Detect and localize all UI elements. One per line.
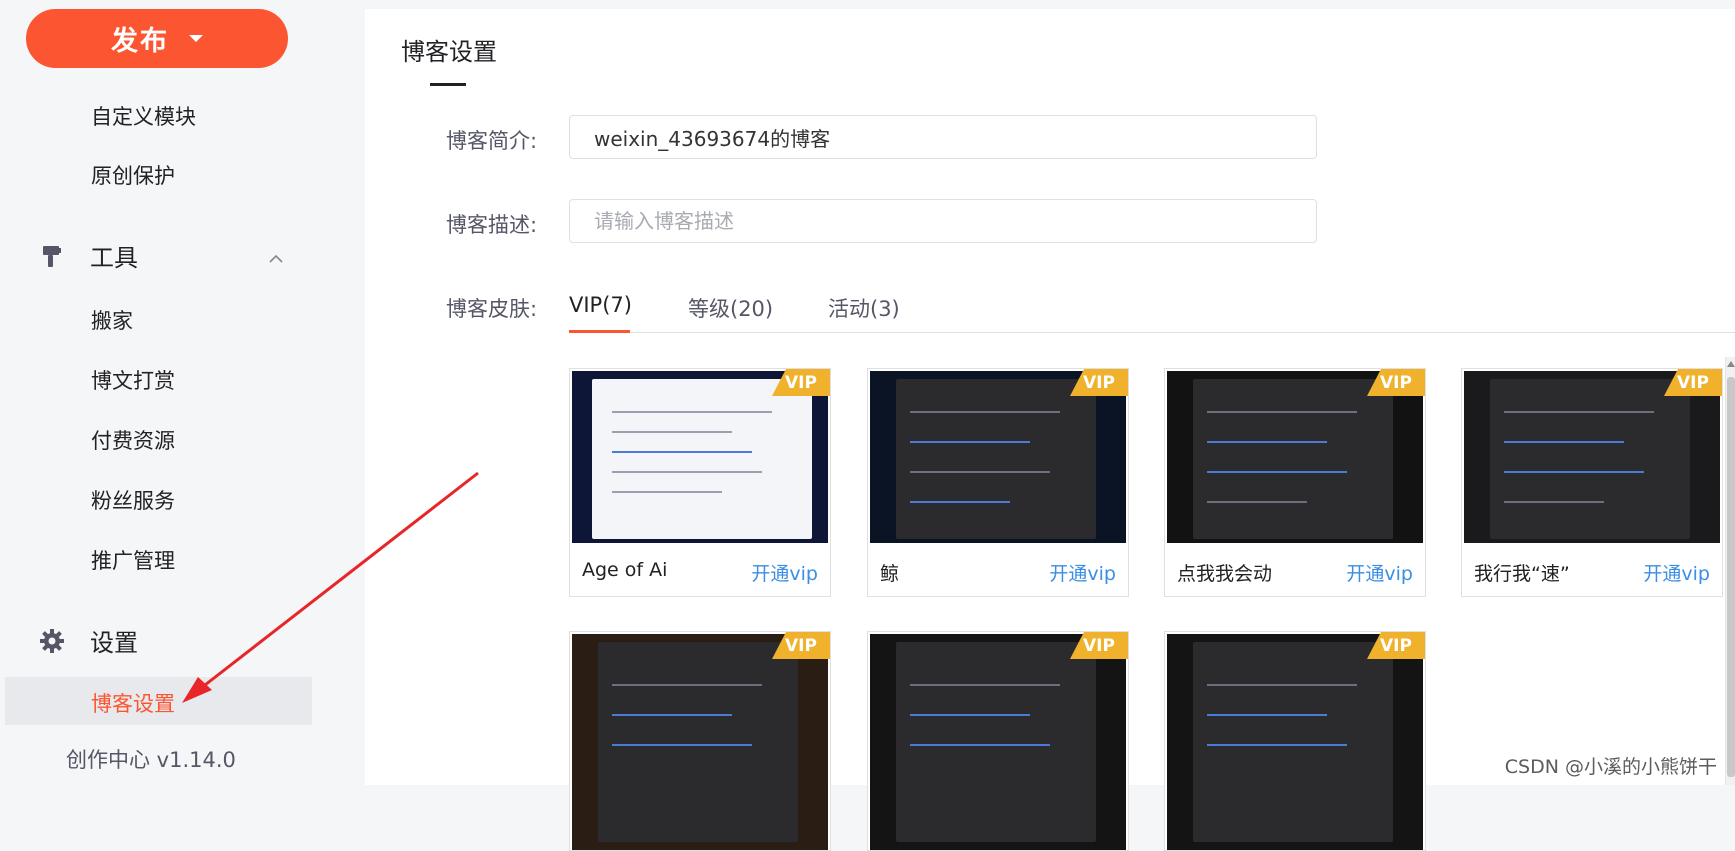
skin-thumbnail bbox=[870, 371, 1126, 543]
blog-desc-input[interactable] bbox=[569, 199, 1317, 243]
skin-thumbnail bbox=[1464, 371, 1720, 543]
skin-thumbnail bbox=[1167, 634, 1423, 850]
skin-card[interactable]: VIP bbox=[867, 631, 1129, 851]
tab-vip[interactable]: VIP(7) bbox=[569, 293, 632, 317]
chevron-up-icon[interactable] bbox=[268, 242, 284, 270]
tab-level[interactable]: 等级(20) bbox=[688, 293, 773, 323]
title-underline bbox=[430, 83, 466, 86]
open-vip-link[interactable]: 开通vip bbox=[1049, 559, 1116, 586]
skin-name: 点我我会动 bbox=[1177, 563, 1273, 585]
skin-card[interactable]: VIP Age of Ai 开通vip bbox=[569, 368, 831, 597]
sidebar-item-paid-resources[interactable]: 付费资源 bbox=[91, 425, 175, 455]
open-vip-link[interactable]: 开通vip bbox=[1346, 559, 1413, 586]
skin-thumbnail bbox=[572, 634, 828, 850]
sidebar-item-blog-settings[interactable]: 博客设置 bbox=[91, 688, 175, 718]
skin-name: 鲸 bbox=[880, 563, 900, 585]
tab-active-indicator bbox=[569, 330, 630, 333]
intro-label: 博客简介: bbox=[446, 129, 538, 153]
gear-icon bbox=[38, 627, 66, 655]
watermark: CSDN @小溪的小熊饼干 bbox=[1504, 756, 1717, 778]
scrollbar-thumb[interactable] bbox=[1727, 377, 1735, 777]
open-vip-link[interactable]: 开通vip bbox=[751, 559, 818, 586]
tabs-divider bbox=[569, 332, 1735, 333]
sidebar: 发布 自定义模块 原创保护 工具 搬家 博文打赏 付费资源 粉丝服务 推广管理 bbox=[0, 0, 365, 785]
open-vip-link[interactable]: 开通vip bbox=[1643, 559, 1710, 586]
skin-card[interactable]: VIP bbox=[569, 631, 831, 851]
sidebar-item-move[interactable]: 搬家 bbox=[91, 305, 133, 335]
sidebar-item-promotion[interactable]: 推广管理 bbox=[91, 545, 175, 575]
skin-thumbnail bbox=[870, 634, 1126, 850]
skin-card[interactable]: VIP bbox=[1164, 631, 1426, 851]
skin-label: 博客皮肤: bbox=[446, 297, 538, 321]
publish-button[interactable]: 发布 bbox=[26, 9, 288, 68]
blog-intro-input[interactable] bbox=[569, 115, 1317, 159]
sidebar-item-original-protection[interactable]: 原创保护 bbox=[91, 160, 175, 190]
skin-thumbnail bbox=[572, 371, 828, 543]
tab-activity[interactable]: 活动(3) bbox=[828, 293, 900, 323]
scroll-up-icon[interactable] bbox=[1727, 361, 1735, 367]
skin-card[interactable]: VIP 点我我会动 开通vip bbox=[1164, 368, 1426, 597]
skin-card[interactable]: VIP 我行我“速” 开通vip bbox=[1461, 368, 1723, 597]
sidebar-item-reward[interactable]: 博文打赏 bbox=[91, 365, 175, 395]
version-label: 创作中心 v1.14.0 bbox=[66, 748, 236, 772]
skin-name: 我行我“速” bbox=[1474, 563, 1570, 585]
sidebar-group-settings[interactable]: 设置 bbox=[38, 623, 138, 658]
skin-thumbnail bbox=[1167, 371, 1423, 543]
main-panel: 博客设置 博客简介: 博客描述: 博客皮肤: VIP(7) 等级(20) 活动(… bbox=[365, 9, 1735, 851]
page-title: 博客设置 bbox=[401, 38, 497, 66]
sidebar-group-tools-label: 工具 bbox=[90, 244, 138, 272]
sidebar-item-custom-module[interactable]: 自定义模块 bbox=[91, 101, 196, 131]
caret-down-icon bbox=[189, 35, 203, 42]
sidebar-group-tools[interactable]: 工具 bbox=[38, 238, 283, 273]
scrollbar[interactable] bbox=[1725, 357, 1735, 785]
skin-card[interactable]: VIP 鲸 开通vip bbox=[867, 368, 1129, 597]
skin-name: Age of Ai bbox=[582, 559, 668, 581]
publish-label: 发布 bbox=[111, 26, 169, 57]
sidebar-item-fan-service[interactable]: 粉丝服务 bbox=[91, 485, 175, 515]
brush-icon bbox=[38, 242, 66, 270]
sidebar-group-settings-label: 设置 bbox=[90, 629, 138, 657]
desc-label: 博客描述: bbox=[446, 213, 538, 237]
